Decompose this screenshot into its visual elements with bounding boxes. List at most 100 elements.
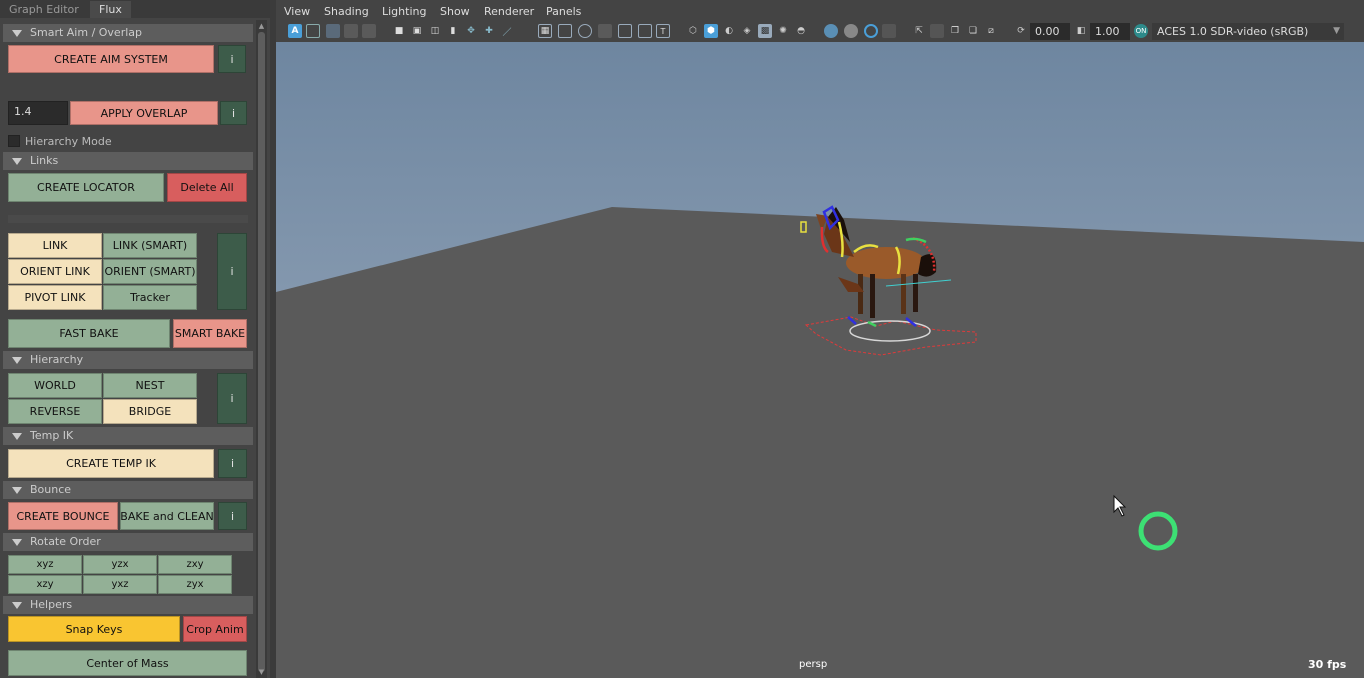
paste-icon[interactable]: ❏ <box>966 24 980 38</box>
layer-icon[interactable] <box>930 24 944 38</box>
snap-keys-button[interactable]: Snap Keys <box>8 616 180 642</box>
anti-aliasing-icon[interactable]: ◓ <box>794 24 808 38</box>
grid-icon[interactable]: ▦ <box>538 24 552 38</box>
motion-blur-icon[interactable]: ✺ <box>776 24 790 38</box>
bridge-button[interactable]: BRIDGE <box>103 399 197 424</box>
rotate-order-yxz-button[interactable]: yxz <box>83 575 157 594</box>
section-header-hierarchy[interactable]: Hierarchy <box>3 351 253 369</box>
section-header-rotate-order[interactable]: Rotate Order <box>3 533 253 551</box>
menu-panels[interactable]: Panels <box>546 5 581 18</box>
rotate-order-zyx-button[interactable]: zyx <box>158 575 232 594</box>
scroll-down-icon[interactable]: ▼ <box>257 668 266 676</box>
smart-bake-button[interactable]: SMART BAKE <box>173 319 247 348</box>
default-material-icon[interactable] <box>598 24 612 38</box>
fast-bake-button[interactable]: FAST BAKE <box>8 319 170 348</box>
safe-title-icon[interactable]: ／ <box>500 24 514 38</box>
pivot-link-button[interactable]: PIVOT LINK <box>8 285 102 310</box>
temp-ik-info-button[interactable]: i <box>218 449 247 478</box>
screen-space-icon[interactable] <box>882 24 896 38</box>
gamma-field[interactable]: 1.00 <box>1090 23 1130 40</box>
world-button[interactable]: WORLD <box>8 373 102 398</box>
hierarchy-mode-checkbox[interactable] <box>8 135 20 147</box>
shadows-icon[interactable]: T <box>656 24 670 38</box>
menu-renderer[interactable]: Renderer <box>484 5 534 18</box>
exposure-field[interactable]: 0.00 <box>1030 23 1070 40</box>
bookmark-icon[interactable] <box>326 24 340 38</box>
field-chart-icon[interactable]: ✥ <box>464 24 478 38</box>
bounce-info-button[interactable]: i <box>218 502 247 530</box>
xray-icon[interactable]: ⬢ <box>704 24 718 38</box>
wireframe-icon[interactable] <box>558 24 572 38</box>
orient-smart-button[interactable]: ORIENT (SMART) <box>103 259 197 284</box>
ambient-occlusion-icon[interactable]: ▩ <box>758 24 772 38</box>
frame-icon[interactable]: ⧄ <box>984 24 998 38</box>
hud-icon[interactable] <box>844 24 858 38</box>
menu-lighting[interactable]: Lighting <box>382 5 426 18</box>
create-locator-button[interactable]: CREATE LOCATOR <box>8 173 164 202</box>
section-header-temp-ik[interactable]: Temp IK <box>3 427 253 445</box>
bake-and-clean-button[interactable]: BAKE and CLEAN <box>120 502 214 530</box>
menu-shading[interactable]: Shading <box>324 5 369 18</box>
xray-active-icon[interactable]: ◈ <box>740 24 754 38</box>
collapse-triangle-icon <box>12 487 22 494</box>
create-temp-ik-button[interactable]: CREATE TEMP IK <box>8 449 214 478</box>
panel-scrollbar[interactable]: ▲ ▼ <box>256 20 267 678</box>
create-aim-system-button[interactable]: CREATE AIM SYSTEM <box>8 45 214 73</box>
depth-of-field-icon[interactable] <box>824 24 838 38</box>
select-camera-icon[interactable]: A <box>288 24 302 38</box>
ssao-icon[interactable] <box>864 24 878 38</box>
reverse-button[interactable]: REVERSE <box>8 399 102 424</box>
scroll-up-icon[interactable]: ▲ <box>257 22 266 30</box>
isolate-select-icon[interactable]: ⬡ <box>686 24 700 38</box>
menu-view[interactable]: View <box>284 5 310 18</box>
menu-show[interactable]: Show <box>440 5 470 18</box>
tab-graph-editor[interactable]: Graph Editor <box>0 1 88 18</box>
tracker-button[interactable]: Tracker <box>103 285 197 310</box>
link-button[interactable]: LINK <box>8 233 102 258</box>
resolution-gate-icon[interactable]: ◫ <box>428 24 442 38</box>
smooth-shade-icon[interactable] <box>578 24 592 38</box>
camera-attributes-icon[interactable] <box>306 24 320 38</box>
link-smart-button[interactable]: LINK (SMART) <box>103 233 197 258</box>
camera-icon[interactable]: ■ <box>392 24 406 38</box>
exposure-icon[interactable]: ⟳ <box>1014 24 1028 38</box>
copy-icon[interactable]: ❐ <box>948 24 962 38</box>
apply-overlap-button[interactable]: APPLY OVERLAP <box>70 101 218 125</box>
hierarchy-info-button[interactable]: i <box>217 373 247 424</box>
safe-action-icon[interactable]: ✚ <box>482 24 496 38</box>
section-header-smart-aim[interactable]: Smart Aim / Overlap <box>3 24 253 42</box>
rotate-order-yzx-button[interactable]: yzx <box>83 555 157 574</box>
center-of-mass-button[interactable]: Center of Mass <box>8 650 247 676</box>
color-space-dropdown[interactable]: ACES 1.0 SDR-video (sRGB) ▼ <box>1152 23 1344 40</box>
section-header-links[interactable]: Links <box>3 152 253 170</box>
create-bounce-button[interactable]: CREATE BOUNCE <box>8 502 118 530</box>
overlap-value-field[interactable]: 1.4 <box>8 101 68 125</box>
links-info-button[interactable]: i <box>217 233 247 310</box>
rotate-order-xyz-button[interactable]: xyz <box>8 555 82 574</box>
lights-icon[interactable] <box>638 24 652 38</box>
color-management-toggle-icon[interactable]: ON <box>1134 24 1148 38</box>
rotate-order-xzy-button[interactable]: xzy <box>8 575 82 594</box>
collapse-triangle-icon <box>12 158 22 165</box>
section-header-bounce[interactable]: Bounce <box>3 481 253 499</box>
select-tool-icon[interactable]: ⇱ <box>912 24 926 38</box>
delete-all-button[interactable]: Delete All <box>167 173 247 202</box>
gamma-icon[interactable]: ◧ <box>1074 24 1088 38</box>
section-title: Helpers <box>30 598 73 611</box>
film-gate-icon[interactable]: ▣ <box>410 24 424 38</box>
section-header-helpers[interactable]: Helpers <box>3 596 253 614</box>
scrollbar-thumb[interactable] <box>258 32 265 672</box>
crop-anim-button[interactable]: Crop Anim <box>183 616 247 642</box>
aim-info-button[interactable]: i <box>218 45 246 73</box>
3d-viewport[interactable]: persp 30 fps <box>276 42 1364 678</box>
gate-mask-icon[interactable]: ▮ <box>446 24 460 38</box>
rotate-order-zxy-button[interactable]: zxy <box>158 555 232 574</box>
nest-button[interactable]: NEST <box>103 373 197 398</box>
tab-flux[interactable]: Flux <box>90 1 131 18</box>
xray-joints-icon[interactable]: ◐ <box>722 24 736 38</box>
textured-icon[interactable] <box>618 24 632 38</box>
overlap-info-button[interactable]: i <box>220 101 247 125</box>
image-plane-icon[interactable] <box>344 24 358 38</box>
2d-pan-icon[interactable] <box>362 24 376 38</box>
orient-link-button[interactable]: ORIENT LINK <box>8 259 102 284</box>
